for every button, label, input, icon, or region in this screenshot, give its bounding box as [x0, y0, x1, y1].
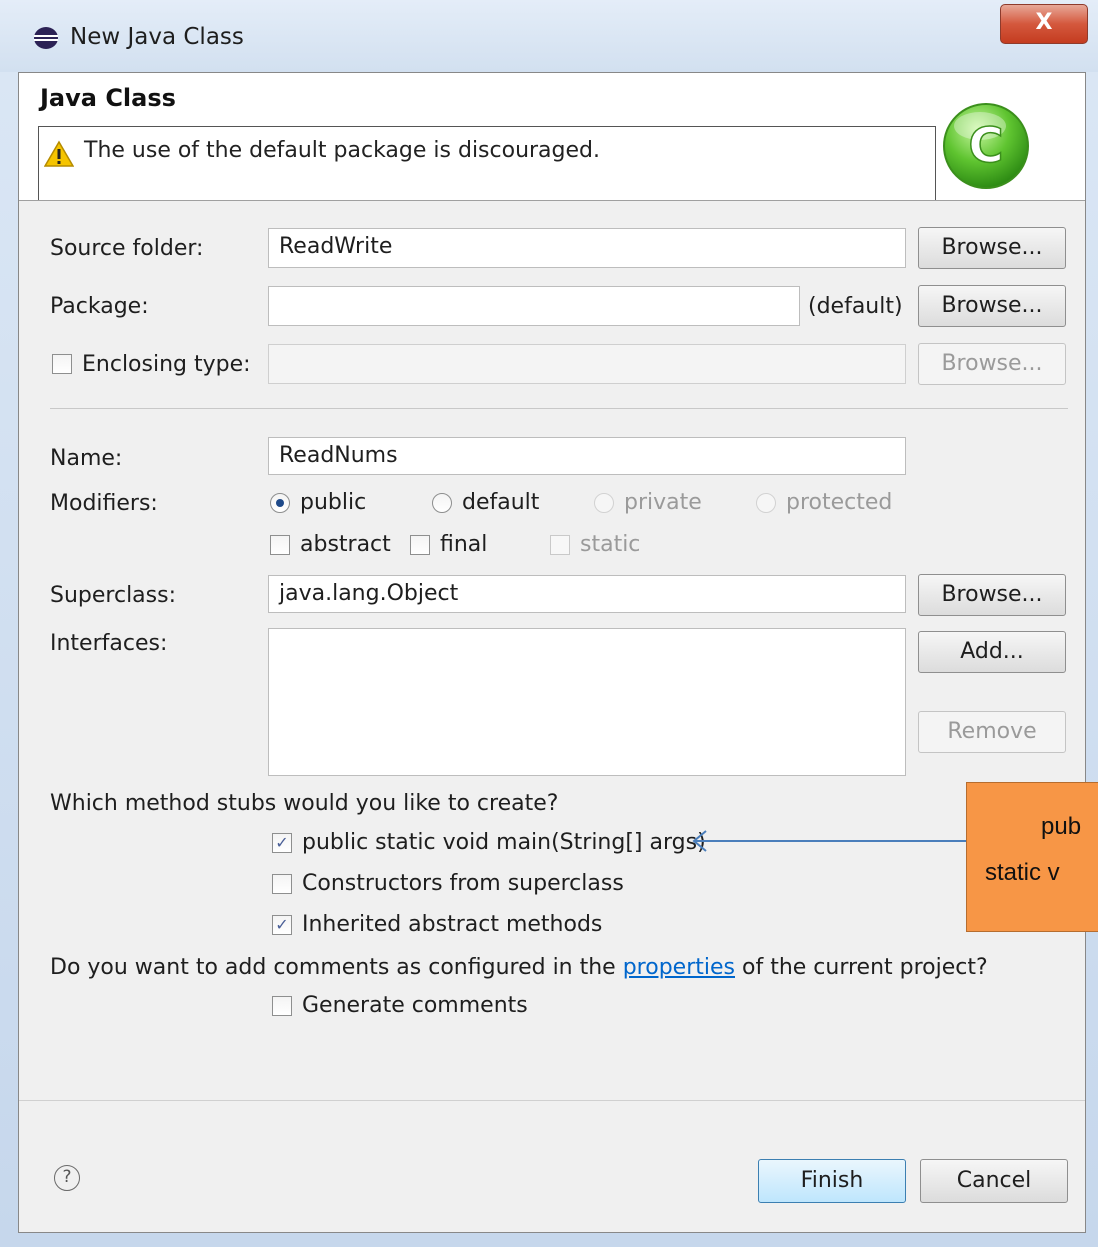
modifiers-label: Modifiers:: [50, 491, 158, 516]
source-folder-browse-button[interactable]: Browse...: [918, 227, 1066, 269]
static-checkbox[interactable]: [550, 535, 570, 555]
package-default-label: (default): [808, 294, 903, 319]
generate-comments-label: Generate comments: [302, 993, 528, 1018]
section-divider: [50, 408, 1068, 409]
radio-default[interactable]: [432, 493, 452, 513]
properties-link[interactable]: properties: [623, 955, 735, 980]
superclass-browse-button[interactable]: Browse...: [918, 574, 1066, 616]
help-icon[interactable]: ?: [54, 1165, 80, 1191]
eclipse-app-icon: [34, 27, 58, 49]
source-folder-input[interactable]: ReadWrite: [268, 228, 906, 268]
interfaces-add-button[interactable]: Add...: [918, 631, 1066, 673]
radio-protected[interactable]: [756, 493, 776, 513]
interfaces-list[interactable]: [268, 628, 906, 776]
finish-button[interactable]: Finish: [758, 1159, 906, 1203]
package-label: Package:: [50, 294, 149, 319]
comments-question: Do you want to add comments as configure…: [50, 955, 988, 980]
java-class-icon: C: [943, 103, 1029, 189]
name-input[interactable]: ReadNums: [268, 437, 906, 475]
inherited-methods-checkbox[interactable]: ✓: [272, 915, 292, 935]
superclass-label: Superclass:: [50, 583, 176, 608]
name-label: Name:: [50, 446, 123, 471]
class-icon-letter: C: [968, 118, 1003, 174]
superclass-input[interactable]: java.lang.Object: [268, 575, 906, 613]
enclosing-type-input[interactable]: [268, 344, 906, 384]
page-title: Java Class: [40, 84, 176, 112]
package-input[interactable]: [268, 286, 800, 326]
final-label: final: [440, 532, 488, 557]
warning-message: The use of the default package is discou…: [84, 138, 601, 163]
inherited-methods-label: Inherited abstract methods: [302, 912, 603, 937]
interfaces-label: Interfaces:: [50, 631, 168, 656]
radio-private[interactable]: [594, 493, 614, 513]
callout-line-2: static v: [985, 859, 1060, 886]
callout-line-1: pub: [1041, 813, 1082, 840]
interfaces-remove-button[interactable]: Remove: [918, 711, 1066, 753]
abstract-label: abstract: [300, 532, 391, 557]
radio-default-label: default: [462, 490, 540, 515]
source-folder-label: Source folder:: [50, 236, 204, 261]
enclosing-type-label: Enclosing type:: [82, 352, 251, 377]
callout-arrow: [692, 830, 968, 852]
main-method-label: public static void main(String[] args): [302, 830, 706, 855]
radio-protected-label: protected: [786, 490, 893, 515]
cancel-button[interactable]: Cancel: [920, 1159, 1068, 1203]
warning-icon: [44, 140, 74, 167]
close-button[interactable]: X: [1000, 4, 1088, 44]
abstract-checkbox[interactable]: [270, 535, 290, 555]
static-label: static: [580, 532, 641, 557]
constructors-checkbox[interactable]: [272, 874, 292, 894]
footer-divider: [19, 1100, 1085, 1101]
constructors-label: Constructors from superclass: [302, 871, 624, 896]
radio-private-label: private: [624, 490, 702, 515]
package-browse-button[interactable]: Browse...: [918, 285, 1066, 327]
generate-comments-checkbox[interactable]: [272, 996, 292, 1016]
annotation-callout: pub static v: [966, 782, 1098, 932]
window-title: New Java Class: [70, 24, 244, 50]
radio-public-label: public: [300, 490, 367, 515]
comments-question-suffix: of the current project?: [735, 955, 988, 980]
main-method-checkbox[interactable]: ✓: [272, 833, 292, 853]
radio-public[interactable]: [270, 493, 290, 513]
header-divider: [19, 200, 1085, 201]
enclosing-type-checkbox[interactable]: [52, 354, 72, 374]
comments-question-prefix: Do you want to add comments as configure…: [50, 955, 623, 980]
stubs-question: Which method stubs would you like to cre…: [50, 791, 559, 816]
final-checkbox[interactable]: [410, 535, 430, 555]
enclosing-type-browse-button[interactable]: Browse...: [918, 343, 1066, 385]
